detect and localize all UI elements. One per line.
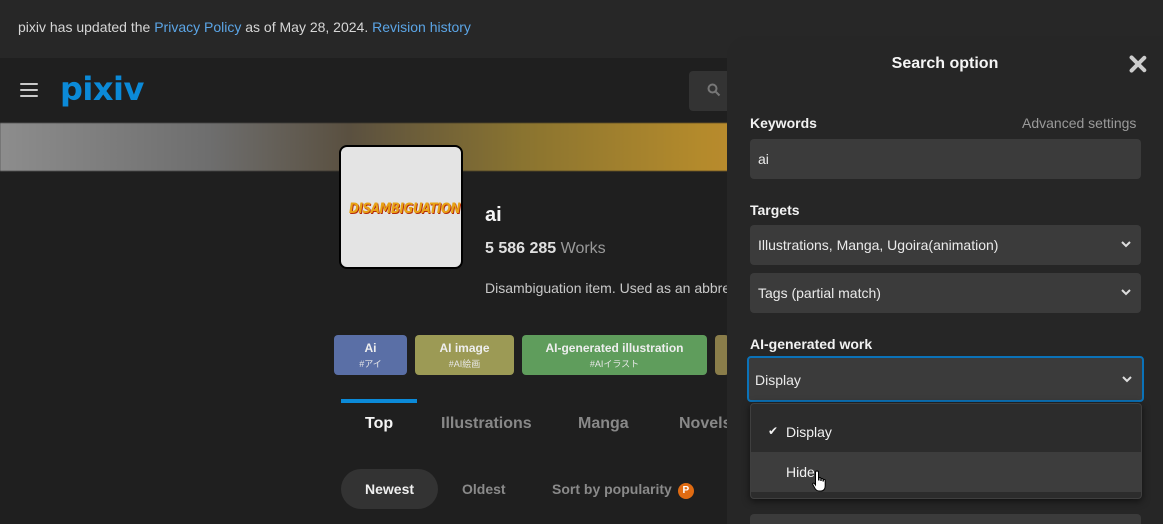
- panel-title: Search option: [891, 55, 999, 72]
- tag-description: Disambiguation item. Used as an abbrevia…: [485, 280, 730, 296]
- notice-text: pixiv has updated the: [18, 19, 155, 35]
- keywords-label: Keywords: [750, 115, 817, 131]
- option-display[interactable]: ✔ Display: [751, 412, 1141, 452]
- related-tag-chip[interactable]: AI image #AI絵画: [415, 335, 514, 375]
- chevron-down-icon: [1121, 289, 1131, 296]
- search-icon: [707, 83, 721, 97]
- page: pixiv has updated the Privacy Policy as …: [0, 0, 1163, 524]
- works-count: 5 586 285 Works: [485, 240, 606, 258]
- keywords-input[interactable]: ai: [750, 139, 1141, 179]
- tab-top[interactable]: Top: [365, 415, 393, 433]
- related-tag-chip[interactable]: AI-generated illustration #AIイラスト: [522, 335, 707, 375]
- hand-cursor-icon: [812, 470, 826, 492]
- related-tag-title: AI-generated illustration: [545, 341, 684, 355]
- pixiv-logo[interactable]: pixiv: [60, 70, 144, 108]
- notice-text-middle: as of May 28, 2024.: [241, 19, 373, 35]
- next-field[interactable]: [750, 514, 1141, 524]
- tab-illustrations[interactable]: Illustrations: [441, 415, 532, 433]
- active-tab-indicator: [341, 399, 417, 403]
- option-label: Display: [786, 424, 832, 440]
- targets-label: Targets: [750, 202, 800, 218]
- related-tag-chip[interactable]: Ai #アイ: [334, 335, 407, 375]
- revision-history-link[interactable]: Revision history: [372, 19, 471, 35]
- thumbnail-text: DISAMBIGUATION: [349, 201, 461, 217]
- ai-generated-select[interactable]: Display: [747, 356, 1144, 402]
- tab-novels[interactable]: Novels: [679, 415, 727, 433]
- related-tag-sub: #アイ: [359, 359, 382, 369]
- tag-name: ai: [485, 204, 502, 226]
- related-tag-title: AI image: [439, 341, 490, 355]
- ai-generated-value: Display: [755, 372, 801, 388]
- option-hide[interactable]: Hide: [751, 452, 1141, 492]
- related-tag-sub: #AI絵画: [448, 359, 481, 369]
- targets-value: Illustrations, Manga, Ugoira(animation): [758, 237, 999, 253]
- sort-newest-button[interactable]: Newest: [341, 469, 439, 509]
- match-value: Tags (partial match): [758, 285, 881, 301]
- sort-oldest-button[interactable]: Oldest: [462, 469, 506, 509]
- check-icon: ✔: [768, 424, 779, 438]
- chevron-down-icon: [1122, 376, 1132, 383]
- privacy-policy-link[interactable]: Privacy Policy: [154, 19, 241, 35]
- close-icon[interactable]: [1127, 53, 1149, 75]
- match-select[interactable]: Tags (partial match): [750, 273, 1141, 313]
- related-tag-title: Ai: [364, 341, 377, 355]
- option-label: Hide: [786, 464, 815, 480]
- premium-icon: P: [677, 483, 694, 499]
- search-option-panel: Search option Keywords Advanced settings…: [727, 36, 1163, 524]
- sort-popularity-label: Sort by popularity: [552, 481, 672, 497]
- ai-generated-dropdown: ✔ Display Hide: [750, 403, 1142, 499]
- targets-select[interactable]: Illustrations, Manga, Ugoira(animation): [750, 225, 1141, 265]
- ai-generated-label: AI-generated work: [750, 336, 873, 352]
- tab-manga[interactable]: Manga: [578, 415, 629, 433]
- sort-popularity-button[interactable]: Sort by popularity P: [552, 469, 694, 509]
- tag-thumbnail: DISAMBIGUATION: [339, 145, 463, 269]
- menu-icon[interactable]: [20, 83, 38, 97]
- advanced-settings-link[interactable]: Advanced settings: [1022, 115, 1136, 131]
- chevron-down-icon: [1121, 241, 1131, 248]
- works-number: 5 586 285: [485, 240, 557, 257]
- works-label: Works: [560, 240, 606, 257]
- related-tag-sub: #AIイラスト: [589, 359, 640, 369]
